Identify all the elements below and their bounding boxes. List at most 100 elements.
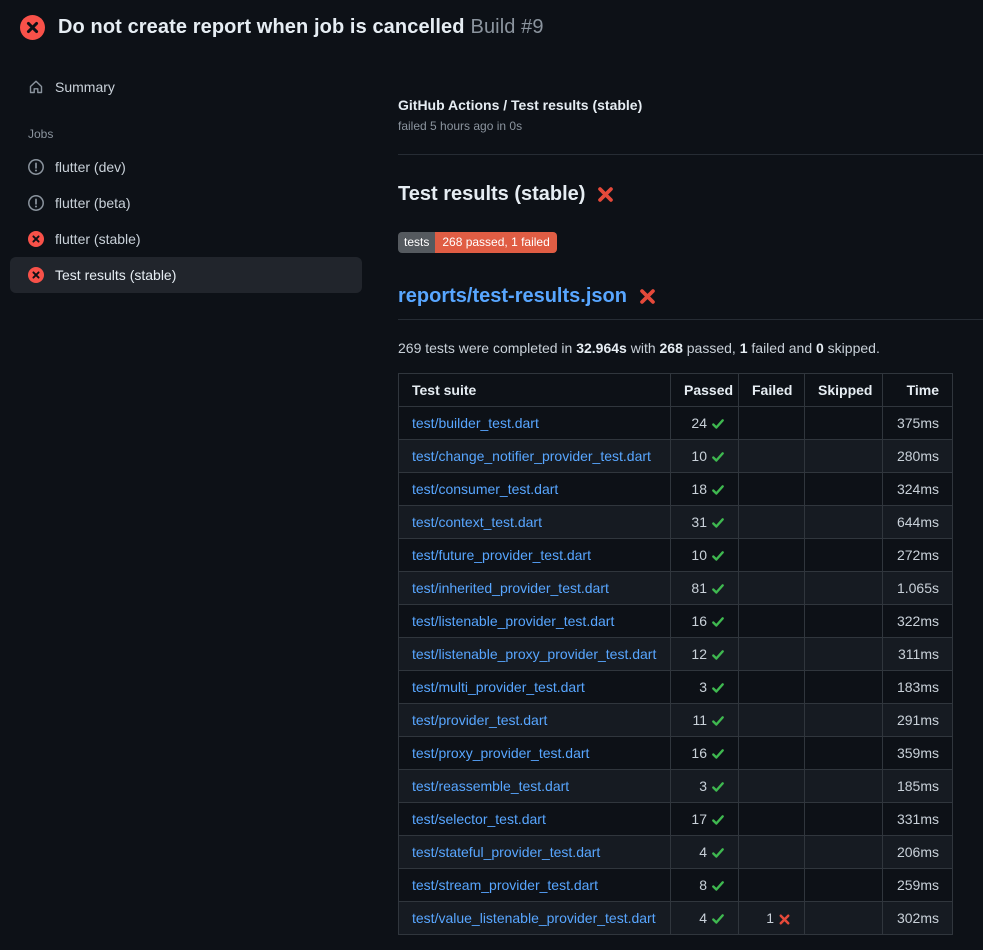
failed-cell	[739, 836, 805, 869]
time-cell: 302ms	[883, 902, 953, 935]
skipped-cell	[805, 737, 883, 770]
failed-cell	[739, 704, 805, 737]
suite-link[interactable]: test/provider_test.dart	[412, 712, 547, 728]
suite-link[interactable]: test/future_provider_test.dart	[412, 547, 591, 563]
sidebar-item-summary[interactable]: Summary	[10, 69, 362, 105]
sidebar-item-job[interactable]: Test results (stable)	[10, 257, 362, 293]
column-header: Passed	[671, 374, 739, 407]
suite-cell: test/stateful_provider_test.dart	[399, 836, 671, 869]
check-icon	[711, 615, 725, 629]
suite-link[interactable]: test/change_notifier_provider_test.dart	[412, 448, 651, 464]
failed-cell	[739, 803, 805, 836]
sidebar-item-job[interactable]: flutter (stable)	[10, 221, 362, 257]
table-row: test/stateful_provider_test.dart4206ms	[399, 836, 953, 869]
job-label: flutter (beta)	[55, 195, 130, 211]
check-icon	[711, 549, 725, 563]
test-table-body: test/builder_test.dart24375ms test/change…	[399, 407, 953, 935]
time-cell: 185ms	[883, 770, 953, 803]
sidebar-item-job[interactable]: flutter (beta)	[10, 185, 362, 221]
suite-cell: test/provider_test.dart	[399, 704, 671, 737]
badge-value: 268 passed, 1 failed	[435, 232, 556, 253]
suite-cell: test/listenable_proxy_provider_test.dart	[399, 638, 671, 671]
passed-cell: 10	[671, 440, 739, 473]
suite-link[interactable]: test/stream_provider_test.dart	[412, 877, 598, 893]
suite-link[interactable]: test/reassemble_test.dart	[412, 778, 569, 794]
failed-cell	[739, 572, 805, 605]
suite-cell: test/context_test.dart	[399, 506, 671, 539]
check-icon	[711, 780, 725, 794]
badge-label: tests	[398, 232, 435, 253]
skipped-cell	[805, 539, 883, 572]
passed-cell: 11	[671, 704, 739, 737]
table-row: test/provider_test.dart11291ms	[399, 704, 953, 737]
summary-text: 269 tests were completed in	[398, 340, 576, 356]
suite-cell: test/change_notifier_provider_test.dart	[399, 440, 671, 473]
section-heading: Test results (stable)	[398, 183, 952, 206]
suite-link[interactable]: test/selector_test.dart	[412, 811, 546, 827]
suite-cell: test/consumer_test.dart	[399, 473, 671, 506]
suite-link[interactable]: test/stateful_provider_test.dart	[412, 844, 600, 860]
job-label: flutter (stable)	[55, 231, 141, 247]
table-row: test/reassemble_test.dart 3 185ms	[399, 770, 953, 803]
check-icon	[711, 813, 725, 827]
sidebar-item-job[interactable]: flutter (dev)	[10, 149, 362, 185]
table-row: test/builder_test.dart24375ms	[399, 407, 953, 440]
section-title: Test results (stable)	[398, 183, 585, 206]
summary-text: with	[627, 340, 660, 356]
suite-link[interactable]: test/value_listenable_provider_test.dart	[412, 910, 656, 926]
suite-link[interactable]: test/consumer_test.dart	[412, 481, 558, 497]
skipped-cell	[805, 473, 883, 506]
suite-cell: test/reassemble_test.dart	[399, 770, 671, 803]
time-cell: 272ms	[883, 539, 953, 572]
x-emoji-icon	[778, 913, 791, 926]
suite-link[interactable]: test/listenable_provider_test.dart	[412, 613, 614, 629]
time-cell: 206ms	[883, 836, 953, 869]
time-cell: 1.065s	[883, 572, 953, 605]
suite-cell: test/selector_test.dart	[399, 803, 671, 836]
failed-cell	[739, 869, 805, 902]
suite-link[interactable]: test/multi_provider_test.dart	[412, 679, 585, 695]
check-icon	[711, 714, 725, 728]
passed-cell: 4	[671, 902, 739, 935]
column-header: Failed	[739, 374, 805, 407]
time-cell: 311ms	[883, 638, 953, 671]
summary-passed-count: 268	[660, 340, 683, 356]
passed-cell: 81	[671, 572, 739, 605]
failed-cell	[739, 473, 805, 506]
passed-cell: 17	[671, 803, 739, 836]
table-row: test/stream_provider_test.dart8259ms	[399, 869, 953, 902]
table-row: test/selector_test.dart17331ms	[399, 803, 953, 836]
tests-badge: tests 268 passed, 1 failed	[398, 232, 557, 253]
passed-cell: 3	[671, 770, 739, 803]
time-cell: 644ms	[883, 506, 953, 539]
skipped-cell	[805, 704, 883, 737]
suite-link[interactable]: test/builder_test.dart	[412, 415, 539, 431]
test-results-table: Test suitePassedFailedSkippedTime test/b…	[398, 373, 953, 935]
check-icon	[711, 648, 725, 662]
table-row: test/context_test.dart31644ms	[399, 506, 953, 539]
skipped-cell	[805, 572, 883, 605]
time-cell: 183ms	[883, 671, 953, 704]
job-label: Test results (stable)	[55, 267, 176, 283]
check-icon	[711, 846, 725, 860]
passed-cell: 12	[671, 638, 739, 671]
check-icon	[711, 912, 725, 926]
check-icon	[711, 417, 725, 431]
check-icon	[711, 450, 725, 464]
table-row: test/consumer_test.dart18324ms	[399, 473, 953, 506]
table-row: test/proxy_provider_test.dart16359ms	[399, 737, 953, 770]
skipped-cell	[805, 440, 883, 473]
jobs-list: flutter (dev) flutter (beta) flutter (stab…	[10, 149, 362, 293]
report-heading: reports/test-results.json	[398, 285, 983, 320]
sidebar: Summary Jobs flutter (dev)flutter (beta)…	[0, 53, 378, 293]
suite-link[interactable]: test/context_test.dart	[412, 514, 542, 530]
suite-link[interactable]: test/inherited_provider_test.dart	[412, 580, 609, 596]
run-title: Do not create report when job is cancell…	[58, 16, 465, 38]
column-header: Time	[883, 374, 953, 407]
suite-cell: test/listenable_provider_test.dart	[399, 605, 671, 638]
suite-link[interactable]: test/proxy_provider_test.dart	[412, 745, 589, 761]
report-link[interactable]: reports/test-results.json	[398, 285, 627, 308]
suite-cell: test/builder_test.dart	[399, 407, 671, 440]
time-cell: 359ms	[883, 737, 953, 770]
suite-link[interactable]: test/listenable_proxy_provider_test.dart	[412, 646, 656, 662]
